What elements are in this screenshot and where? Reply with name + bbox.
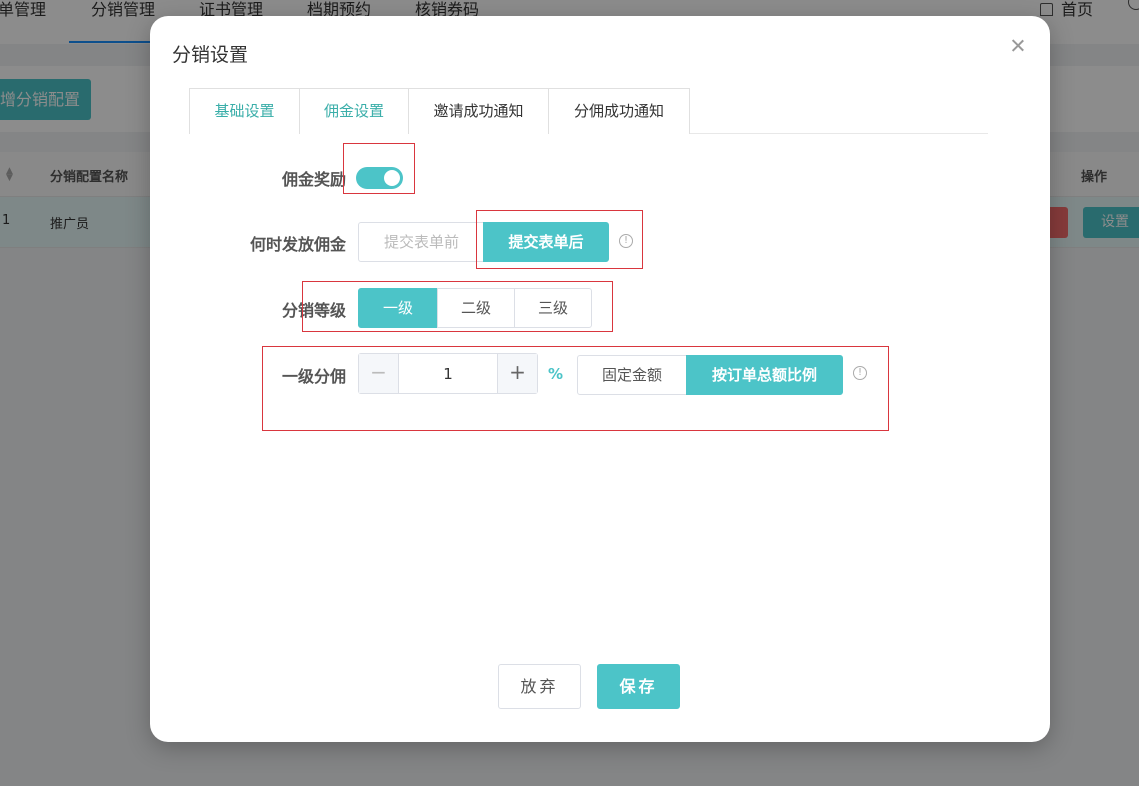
commission-reward-toggle[interactable] xyxy=(356,167,403,189)
info-icon[interactable]: ! xyxy=(619,234,633,248)
close-icon[interactable] xyxy=(1010,38,1026,54)
first-level-commission-label: 一级分佣 xyxy=(282,367,347,386)
level-three-button[interactable]: 三级 xyxy=(514,288,592,328)
payout-after-submit-button[interactable]: 提交表单后 xyxy=(483,222,609,262)
tab-invite-notice[interactable]: 邀请成功通知 xyxy=(408,88,549,134)
tab-basic-settings[interactable]: 基础设置 xyxy=(189,88,300,134)
modal-title: 分销设置 xyxy=(172,44,249,66)
commission-stepper: − + xyxy=(358,353,538,394)
distribution-settings-modal: 分销设置 基础设置 佣金设置 邀请成功通知 分佣成功通知 佣金奖励 何时发放佣金… xyxy=(150,16,1050,742)
payout-timing-label: 何时发放佣金 xyxy=(250,235,347,254)
increase-button[interactable]: + xyxy=(497,354,537,393)
distribution-level-label: 分销等级 xyxy=(282,301,347,320)
payout-before-submit-button[interactable]: 提交表单前 xyxy=(358,222,485,262)
tab-commission-notice[interactable]: 分佣成功通知 xyxy=(548,88,690,134)
percent-unit: % xyxy=(548,365,564,383)
toggle-knob xyxy=(384,170,400,186)
level-one-button[interactable]: 一级 xyxy=(358,288,438,328)
info-icon[interactable]: ! xyxy=(853,366,867,380)
tab-commission-settings[interactable]: 佣金设置 xyxy=(299,88,409,134)
settings-tabs: 基础设置 佣金设置 邀请成功通知 分佣成功通知 xyxy=(189,88,988,134)
level-two-button[interactable]: 二级 xyxy=(437,288,515,328)
fixed-amount-button[interactable]: 固定金额 xyxy=(577,355,687,395)
order-total-ratio-button[interactable]: 按订单总额比例 xyxy=(686,355,843,395)
discard-button[interactable]: 放弃 xyxy=(498,664,581,709)
save-button[interactable]: 保存 xyxy=(597,664,680,709)
commission-reward-label: 佣金奖励 xyxy=(282,170,347,189)
commission-value-input[interactable] xyxy=(399,354,497,393)
decrease-button[interactable]: − xyxy=(359,354,399,393)
